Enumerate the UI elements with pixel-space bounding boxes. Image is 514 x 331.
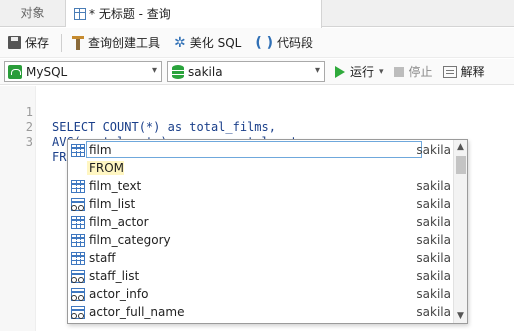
database-select-value: sakila (188, 64, 223, 79)
autocomplete-item-schema: sakila (416, 269, 451, 283)
table-icon (71, 179, 85, 193)
autocomplete-item[interactable]: film sakila (69, 141, 453, 159)
autocomplete-item[interactable]: actor_full_name sakila (69, 303, 453, 321)
database-icon (172, 64, 184, 79)
autocomplete-item[interactable]: staff_list sakila (69, 267, 453, 285)
stop-label: 停止 (408, 65, 433, 79)
table-icon (71, 143, 85, 157)
query-builder-icon (72, 35, 85, 50)
tab-strip: 对象 * 无标题 - 查询 (0, 0, 514, 28)
autocomplete-item-name: film (89, 143, 112, 157)
view-icon (71, 269, 85, 283)
autocomplete-item[interactable]: FROM (69, 159, 453, 177)
autocomplete-item-name: film_list (89, 197, 136, 211)
code-line: 3 FROM f (0, 120, 514, 164)
selection-highlight (86, 141, 422, 158)
magic-wand-icon: ✲ (174, 34, 186, 51)
save-icon (8, 36, 21, 49)
autocomplete-popup: film sakila FROM film_text sakila film_l… (67, 139, 468, 324)
query-builder-button[interactable]: 查询创建工具 (68, 32, 164, 54)
autocomplete-item-schema: sakila (416, 143, 451, 157)
query-tab-icon (74, 8, 86, 20)
stop-icon (393, 66, 404, 77)
chevron-down-icon[interactable]: ▾ (379, 67, 384, 77)
keyword-icon (69, 159, 87, 177)
autocomplete-item[interactable]: film_category sakila (69, 231, 453, 249)
table-icon (71, 251, 85, 265)
line-number: 3 (25, 135, 33, 149)
save-button[interactable]: 保存 (4, 32, 53, 54)
autocomplete-item-schema: sakila (416, 215, 451, 229)
mysql-icon (8, 64, 22, 79)
chevron-down-icon: ▾ (151, 65, 157, 76)
autocomplete-item-schema: sakila (416, 287, 451, 301)
table-icon (71, 215, 85, 229)
autocomplete-item-name: film_actor (89, 215, 149, 229)
autocomplete-item-name: film_category (89, 233, 171, 247)
database-select[interactable]: sakila ▾ (167, 61, 325, 82)
autocomplete-item-name: actor_full_name (89, 305, 185, 319)
autocomplete-item[interactable]: film_list sakila (69, 195, 453, 213)
run-label: 运行 (350, 65, 375, 79)
view-icon (71, 197, 85, 211)
autocomplete-item[interactable]: staff sakila (69, 249, 453, 267)
code-line: 1 SELECT COUNT(*) as total_films, (0, 90, 514, 134)
chevron-down-icon: ▾ (314, 65, 320, 76)
autocomplete-item-schema: sakila (416, 197, 451, 211)
explain-icon (442, 65, 457, 78)
connection-select[interactable]: MySQL ▾ (4, 61, 162, 82)
stop-button[interactable]: 停止 (393, 63, 433, 80)
connection-select-value: MySQL (26, 64, 68, 79)
table-icon (71, 233, 85, 247)
code-snippet-button[interactable]: ( ) 代码段 (251, 32, 317, 54)
explain-label: 解释 (460, 65, 485, 79)
run-button[interactable]: 运行 ▾ (335, 63, 384, 80)
explain-button[interactable]: 解释 (442, 63, 485, 80)
tab-objects[interactable]: 对象 (0, 0, 66, 27)
autocomplete-item-schema: sakila (416, 251, 451, 265)
scrollbar-thumb[interactable] (456, 156, 466, 174)
code-line: 2 AVG(rental_rate) as avg_rental_rate, (0, 105, 514, 149)
view-icon (71, 305, 85, 319)
query-builder-label: 查询创建工具 (88, 36, 161, 50)
beautify-sql-button[interactable]: ✲ 美化 SQL (170, 32, 245, 54)
autocomplete-item-name: actor_info (89, 287, 149, 301)
autocomplete-item-schema: sakila (416, 233, 451, 247)
code-snippet-label: 代码段 (277, 36, 314, 50)
autocomplete-item-schema: sakila (416, 305, 451, 319)
parentheses-icon: ( ) (255, 34, 274, 51)
autocomplete-item-name: staff_list (89, 269, 140, 283)
play-icon (335, 65, 345, 78)
save-label: 保存 (25, 36, 50, 50)
tab-query[interactable]: * 无标题 - 查询 (66, 0, 322, 28)
autocomplete-item[interactable]: film_text sakila (69, 177, 453, 195)
tab-query-label: * 无标题 - 查询 (89, 7, 171, 21)
beautify-sql-label: 美化 SQL (189, 36, 242, 50)
main-toolbar: 保存 查询创建工具 ✲ 美化 SQL ( ) 代码段 (0, 28, 514, 58)
toolbar-divider (61, 33, 63, 52)
autocomplete-item[interactable]: actor_info sakila (69, 285, 453, 303)
scroll-up-icon[interactable]: ▲ (454, 140, 467, 154)
autocomplete-item[interactable]: film_actor sakila (69, 213, 453, 231)
autocomplete-item-name: staff (89, 251, 116, 265)
connection-toolbar: MySQL ▾ sakila ▾ 运行 ▾ 停止 解释 (0, 59, 514, 85)
scroll-down-icon[interactable]: ▼ (454, 309, 467, 323)
view-icon (71, 287, 85, 301)
autocomplete-item-name: FROM (87, 161, 125, 175)
autocomplete-item-schema: sakila (416, 179, 451, 193)
autocomplete-scrollbar[interactable]: ▲ ▼ (453, 140, 467, 323)
autocomplete-item-name: film_text (89, 179, 142, 193)
